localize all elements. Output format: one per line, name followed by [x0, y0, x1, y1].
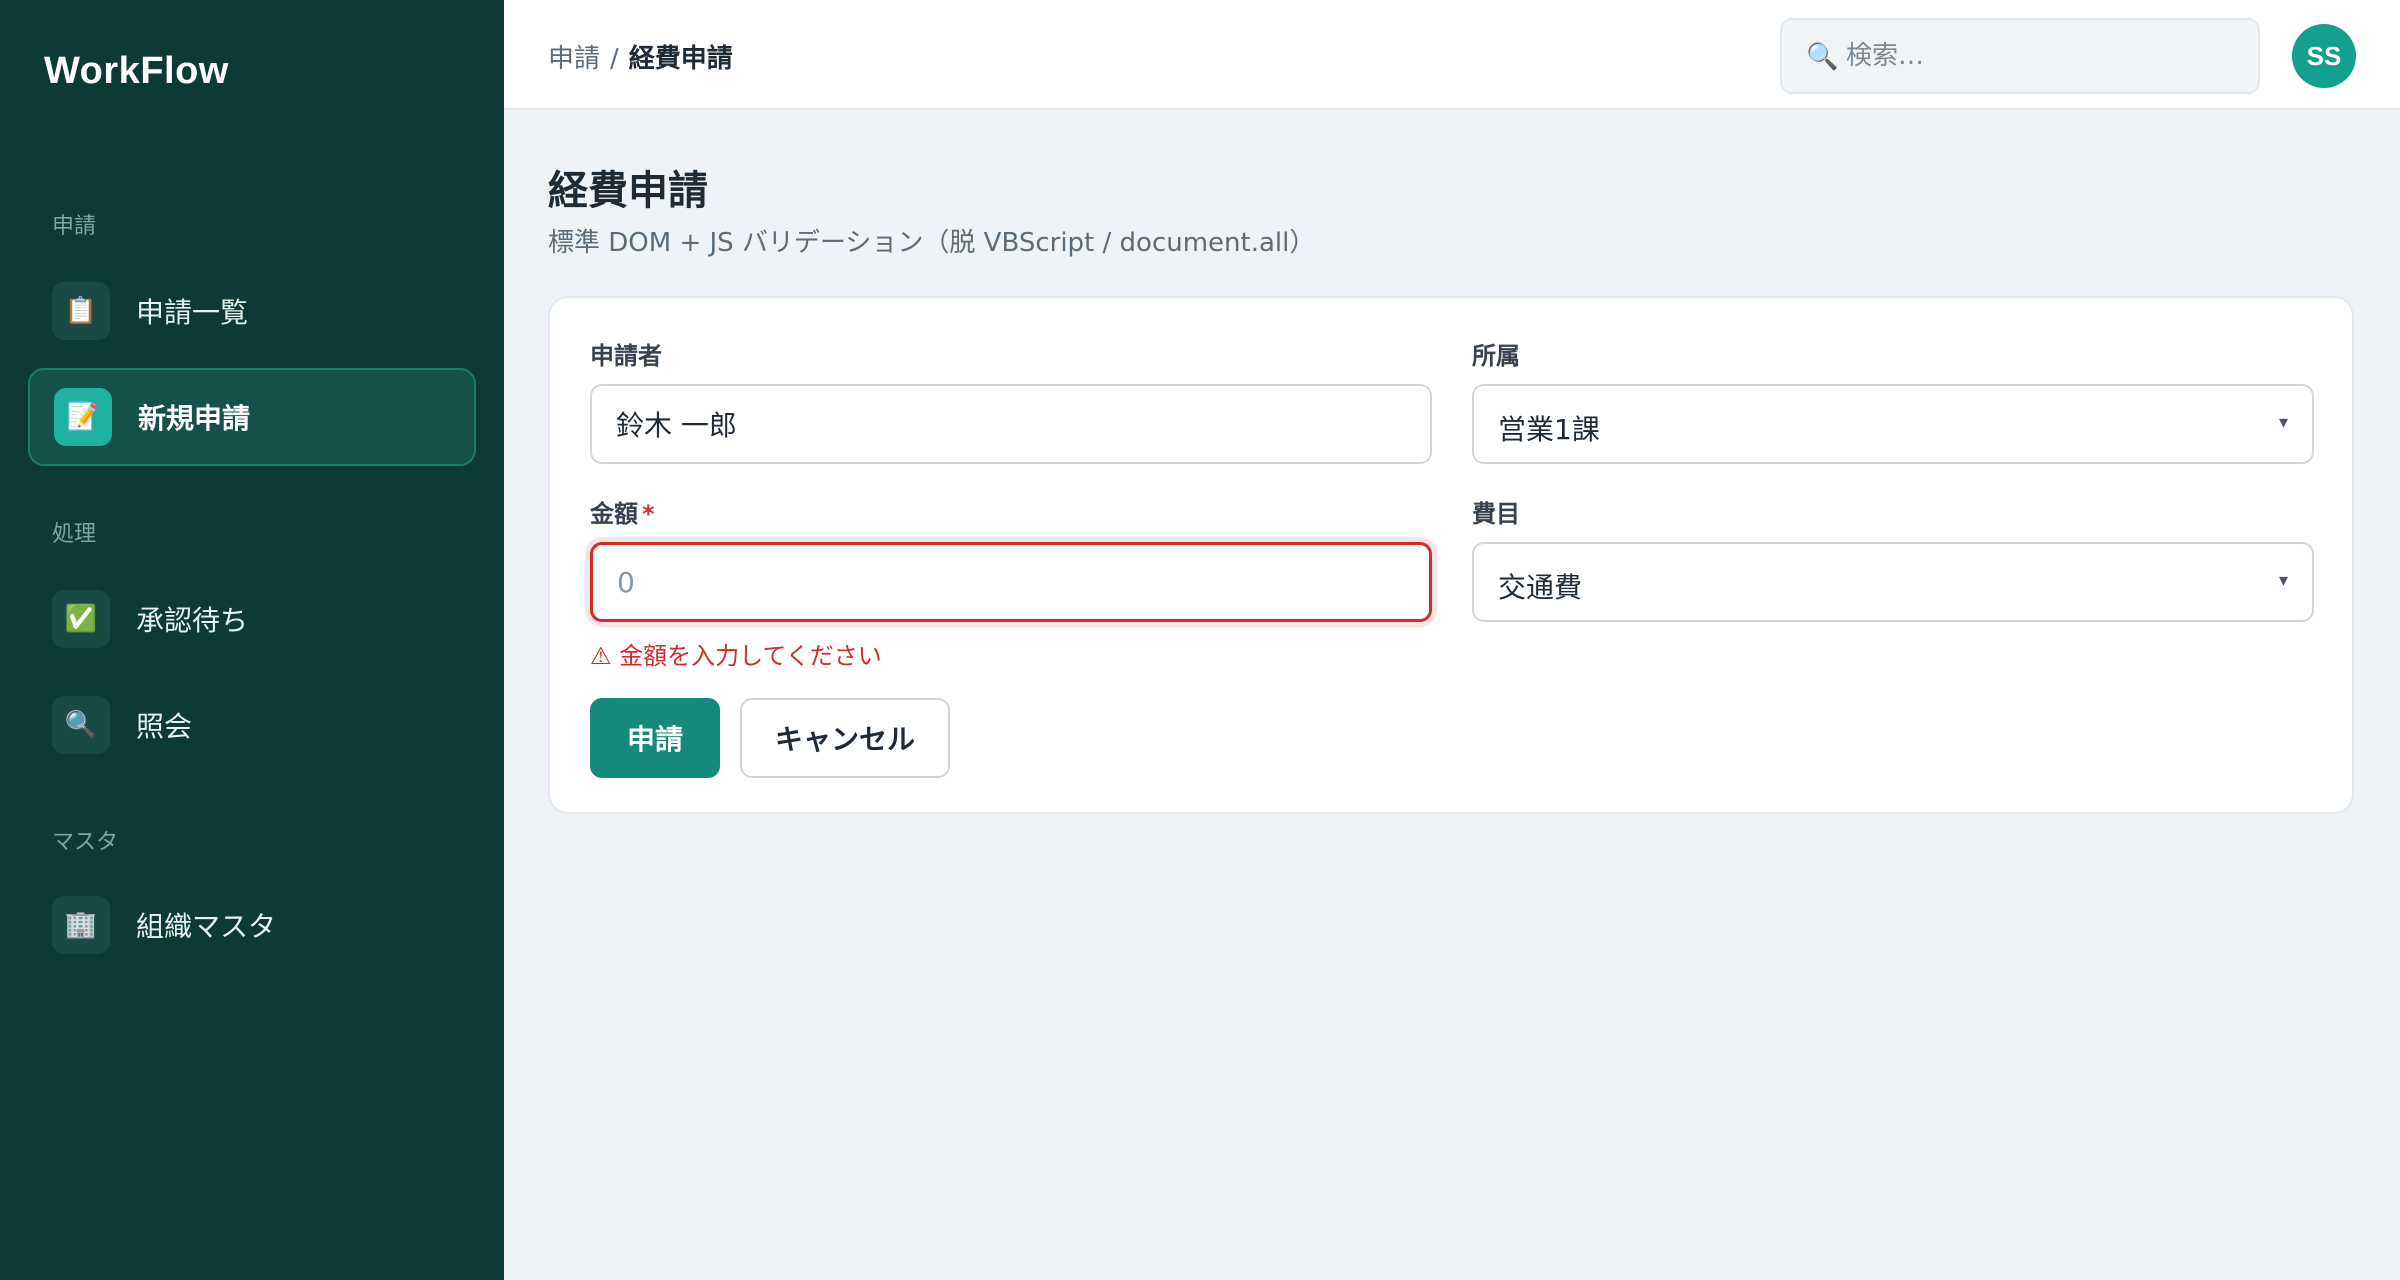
amount-label-text: 金額	[590, 500, 638, 528]
cancel-button[interactable]: キャンセル	[740, 698, 950, 778]
amount-field[interactable]	[590, 542, 1432, 622]
applicant-label: 申請者	[590, 342, 662, 370]
section-label-master: マスタ	[52, 830, 119, 855]
breadcrumb: 申請 / 経費申請	[548, 38, 733, 75]
clipboard-icon: 📋	[52, 282, 110, 340]
expense-form-card: 申請者 所属 営業1課 ▾ 金額* 費目 交通費 ▾ ⚠ 金額を入力してください…	[548, 296, 2354, 814]
amount-error-message: ⚠ 金額を入力してください	[590, 642, 882, 670]
chevron-down-icon: ▾	[2278, 412, 2288, 433]
sidebar: WorkFlow 申請 📋 申請一覧 📝 新規申請 処理 ✅ 承認待ち 🔍 照会…	[0, 0, 504, 1280]
sidebar-item-label: 申請一覧	[136, 296, 249, 329]
sidebar-item-organization-master[interactable]: 🏢 組織マスタ	[28, 876, 476, 974]
applicant-field[interactable]	[590, 384, 1432, 464]
department-select[interactable]: 営業1課 ▾	[1472, 384, 2314, 464]
avatar[interactable]: SS	[2292, 24, 2356, 88]
submit-button[interactable]: 申請	[590, 698, 720, 778]
category-label: 費目	[1472, 500, 1520, 528]
breadcrumb-separator: /	[610, 44, 619, 74]
amount-label: 金額 *	[590, 494, 655, 529]
search-icon: 🔍	[1806, 42, 1839, 72]
sidebar-item-inquiry[interactable]: 🔍 照会	[28, 676, 476, 774]
magnifier-icon: 🔍	[52, 696, 110, 754]
sidebar-item-application-list[interactable]: 📋 申請一覧	[28, 262, 476, 360]
required-mark: *	[642, 500, 655, 528]
page-subtitle: 標準 DOM + JS バリデーション（脱 VBScript / documen…	[548, 228, 1316, 258]
department-label: 所属	[1472, 342, 1520, 370]
section-label-application: 申請	[52, 214, 97, 239]
top-bar: 申請 / 経費申請 🔍 SS	[504, 0, 2400, 110]
chevron-down-icon: ▾	[2278, 570, 2288, 591]
department-select-value: 営業1課	[1498, 413, 1600, 446]
memo-icon: 📝	[54, 388, 112, 446]
sidebar-item-label: 新規申請	[138, 402, 251, 435]
sidebar-item-label: 承認待ち	[136, 604, 249, 637]
search-input[interactable]	[1846, 20, 2242, 92]
sidebar-item-pending-approval[interactable]: ✅ 承認待ち	[28, 570, 476, 668]
category-select[interactable]: 交通費 ▾	[1472, 542, 2314, 622]
breadcrumb-parent-link[interactable]: 申請	[548, 44, 600, 74]
sidebar-item-label: 照会	[136, 710, 193, 743]
sidebar-item-new-application[interactable]: 📝 新規申請	[28, 368, 476, 466]
brand-logo: WorkFlow	[44, 50, 229, 92]
category-select-value: 交通費	[1498, 571, 1583, 604]
page-title: 経費申請	[548, 168, 708, 214]
sidebar-item-label: 組織マスタ	[136, 910, 277, 943]
check-icon: ✅	[52, 590, 110, 648]
search-box: 🔍	[1780, 18, 2260, 94]
section-label-processing: 処理	[52, 522, 97, 547]
breadcrumb-current: 経費申請	[628, 44, 733, 74]
building-icon: 🏢	[52, 896, 110, 954]
